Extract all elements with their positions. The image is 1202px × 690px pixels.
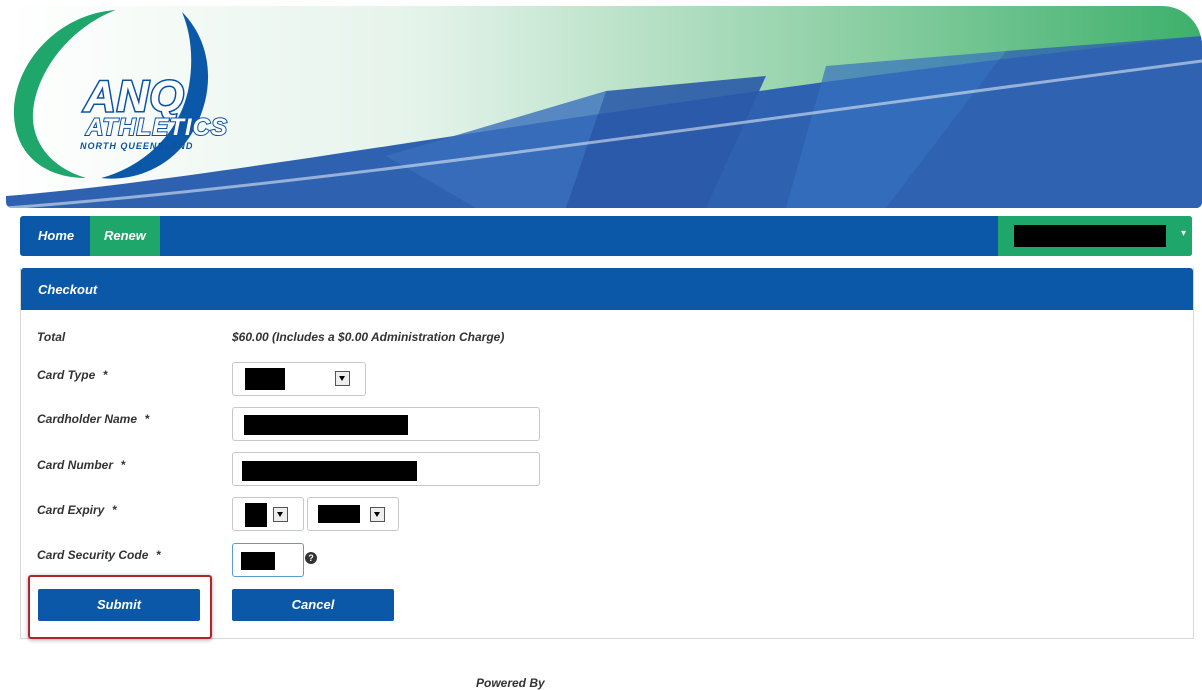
expiry-month-select[interactable] — [232, 497, 304, 531]
card-expiry-label: Card Expiry * — [37, 503, 117, 517]
redacted-expiry-year — [318, 505, 360, 523]
user-menu-dropdown[interactable]: ▾ — [998, 216, 1192, 256]
help-icon[interactable]: ? — [305, 552, 317, 564]
nav-home-link[interactable]: Home — [24, 216, 88, 256]
redacted-card-number — [242, 461, 417, 481]
card-type-label: Card Type * — [37, 368, 108, 382]
cancel-button[interactable]: Cancel — [232, 589, 394, 621]
required-mark: * — [121, 458, 126, 472]
dropdown-arrow-icon — [335, 371, 350, 386]
required-mark: * — [145, 412, 150, 426]
chevron-down-icon: ▾ — [1180, 228, 1186, 239]
total-value: $60.00 (Includes a $0.00 Administration … — [232, 330, 505, 344]
redacted-card-type — [245, 368, 285, 390]
total-label: Total — [37, 330, 66, 344]
header-banner: ANQ ATHLETICS NORTH QUEENSLAND — [6, 6, 1202, 208]
checkout-header: Checkout — [21, 268, 1193, 310]
nav-renew-link[interactable]: Renew — [90, 216, 160, 256]
card-type-label-text: Card Type — [37, 368, 96, 382]
redacted-security-code — [241, 552, 275, 570]
required-mark: * — [156, 548, 162, 562]
submit-button[interactable]: Submit — [38, 589, 200, 621]
cardholder-name-input[interactable] — [232, 407, 540, 441]
checkout-title: Checkout — [38, 282, 98, 297]
card-number-label: Card Number * — [37, 458, 126, 472]
redacted-cardholder-name — [244, 415, 408, 435]
card-number-input[interactable] — [232, 452, 540, 486]
dropdown-arrow-icon — [273, 507, 288, 522]
security-label-text: Card Security Code — [37, 548, 149, 562]
security-code-input[interactable] — [232, 543, 304, 577]
card-number-label-text: Card Number — [37, 458, 114, 472]
logo-tagline: NORTH QUEENSLAND — [80, 141, 194, 151]
cardholder-name-label: Cardholder Name * — [37, 412, 150, 426]
redacted-expiry-month — [245, 503, 267, 527]
card-expiry-label-text: Card Expiry — [37, 503, 105, 517]
powered-by-text: Powered By — [476, 676, 545, 690]
logo-athletics-text: ATHLETICS — [85, 113, 228, 142]
required-mark: * — [112, 503, 118, 517]
cardholder-label-text: Cardholder Name — [37, 412, 138, 426]
dropdown-arrow-icon — [370, 507, 385, 522]
required-mark: * — [103, 368, 108, 382]
redacted-username — [1014, 225, 1166, 247]
card-type-select[interactable] — [232, 362, 366, 396]
security-code-label: Card Security Code * — [37, 548, 161, 562]
main-nav: Home Renew ▾ — [20, 216, 1192, 256]
expiry-year-select[interactable] — [307, 497, 399, 531]
